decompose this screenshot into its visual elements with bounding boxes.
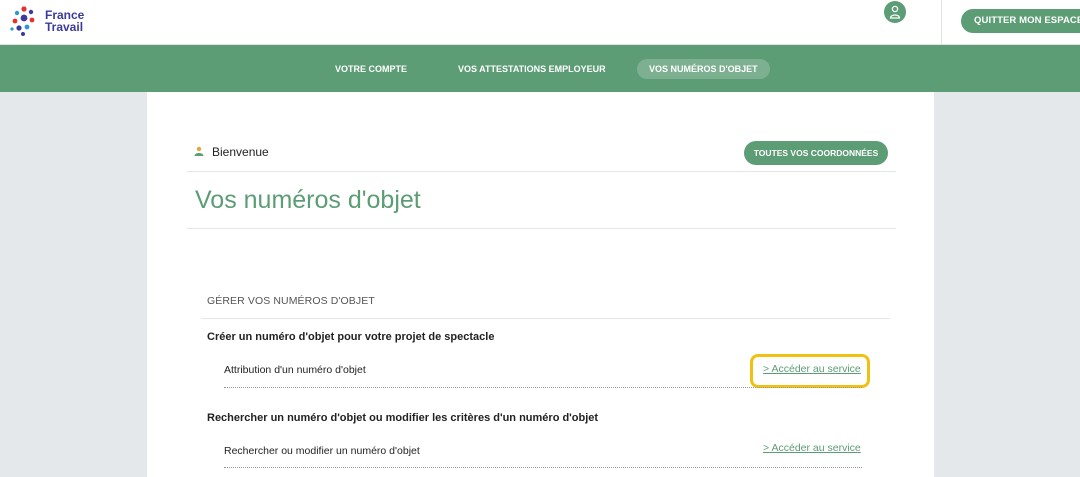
nav-item-employer-certificates[interactable]: VOS ATTESTATIONS EMPLOYEUR	[458, 59, 606, 79]
main-nav: VOTRE COMPTE VOS ATTESTATIONS EMPLOYEUR …	[0, 45, 1080, 92]
dotted-separator	[224, 467, 862, 468]
welcome-text: Bienvenue	[212, 145, 269, 159]
divider	[187, 171, 896, 172]
quit-space-button[interactable]: QUITTER MON ESPACE	[961, 9, 1080, 33]
page-title: Vos numéros d'objet	[195, 186, 421, 214]
item-label-attribution: Attribution d'un numéro d'objet	[224, 364, 366, 376]
logo-text: France Travail	[45, 9, 84, 33]
top-bar: France Travail QUITTER MON ESPACE	[0, 0, 1080, 45]
divider	[187, 228, 896, 229]
highlight-box	[750, 354, 870, 388]
nav-item-object-numbers[interactable]: VOS NUMÉROS D'OBJET	[637, 59, 770, 79]
header-divider	[941, 0, 942, 45]
welcome-user-icon	[194, 146, 204, 156]
dotted-separator	[224, 387, 862, 388]
divider	[201, 318, 890, 319]
all-coordinates-button[interactable]: TOUTES VOS COORDONNÉES	[744, 141, 888, 165]
access-service-link-search[interactable]: > Accéder au service	[763, 442, 861, 454]
logo-line-2: Travail	[45, 20, 84, 34]
item-label-search-modify: Rechercher ou modifier un numéro d'objet	[224, 445, 420, 457]
group-title-search: Rechercher un numéro d'objet ou modifier…	[207, 412, 599, 424]
group-title-create: Créer un numéro d'objet pour votre proje…	[207, 331, 495, 343]
france-travail-logo[interactable]: France Travail	[10, 5, 100, 39]
user-account-icon[interactable]	[884, 1, 906, 23]
nav-item-account[interactable]: VOTRE COMPTE	[335, 59, 407, 79]
user-icon	[889, 5, 901, 19]
logo-dots-icon	[10, 6, 35, 36]
section-title: GÉRER VOS NUMÉROS D'OBJET	[207, 295, 375, 307]
